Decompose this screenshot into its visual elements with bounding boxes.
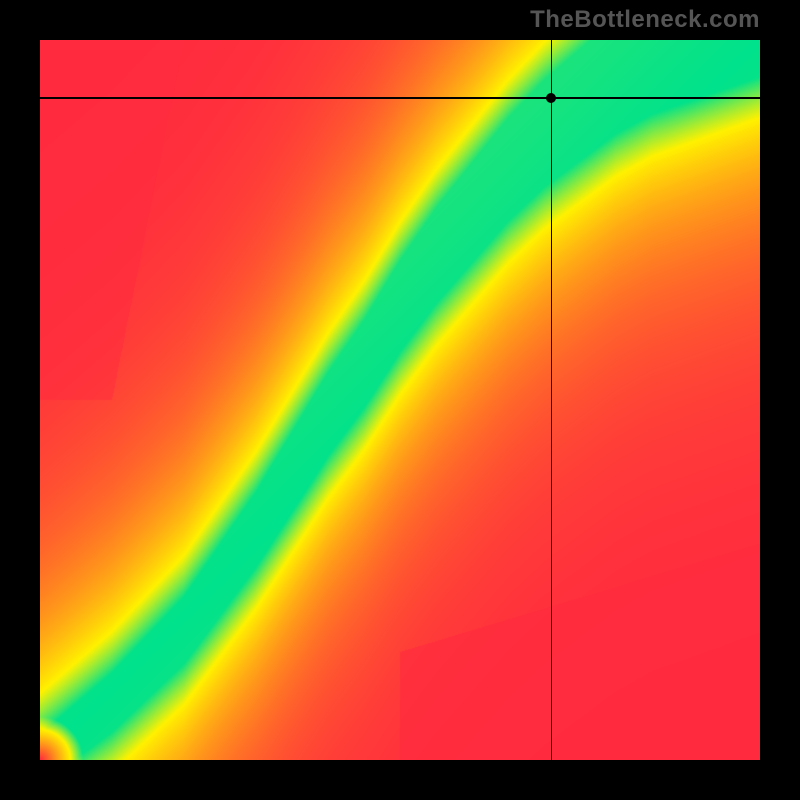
crosshair-horizontal — [40, 97, 760, 99]
watermark-label: TheBottleneck.com — [530, 6, 760, 34]
heatmap-canvas — [40, 40, 760, 760]
crosshair-vertical — [551, 40, 553, 760]
plot-area — [40, 40, 760, 760]
chart-container: TheBottleneck.com — [0, 0, 800, 800]
crosshair-marker — [546, 93, 556, 103]
